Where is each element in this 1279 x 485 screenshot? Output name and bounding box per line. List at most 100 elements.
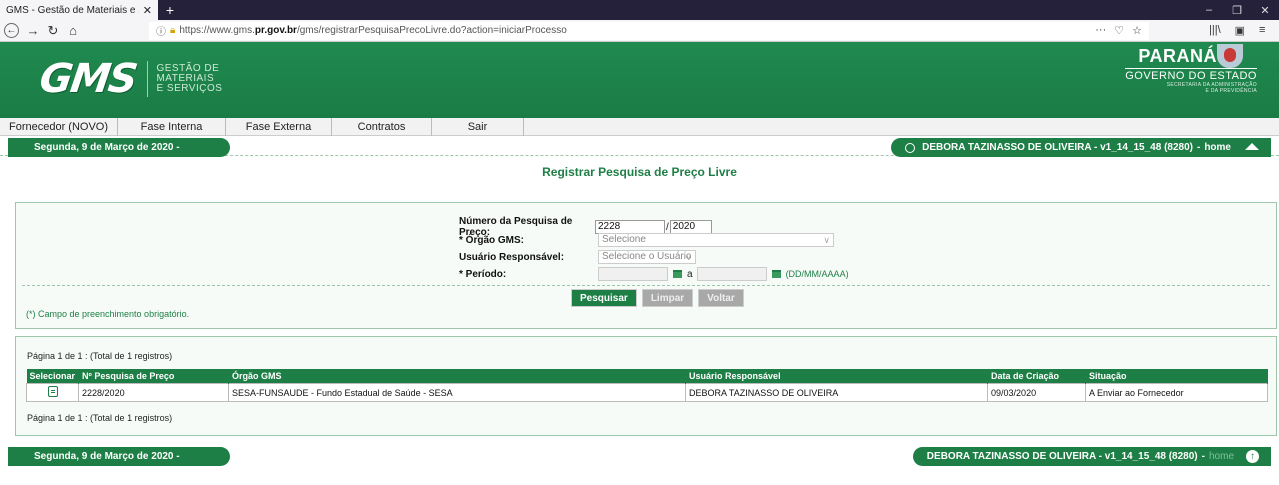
scroll-top-icon[interactable]: ↑ [1246,450,1259,463]
chevron-down-icon: ∨ [685,252,692,262]
col-situacao: Situação [1085,369,1268,384]
datetime-text: Segunda, 9 de Março de 2020 - 16:10:21 [34,451,180,481]
separator: - [1201,451,1205,462]
logo-subtitle: GESTÃO DE MATERIAIS E SERVIÇOS [156,64,222,94]
pocket-icon[interactable]: ♡ [1114,24,1124,37]
url-bar[interactable]: ⓘ 🔒︎ https://www.gms. pr.gov.br/gms/regis… [149,21,1149,40]
tab-title: GMS - Gestão de Materiais e Serviço [6,4,139,16]
url-path: /gms/registrarPesquisaPrecoLivre.do?acti… [296,25,567,36]
orgao-select[interactable]: Selecione ∨ [598,233,834,247]
maximize-icon[interactable]: ❐ [1223,0,1251,20]
results-table: Selecionar Nº Pesquisa de Preço Órgão GM… [25,369,1268,402]
numero-input[interactable]: 2228 [595,220,665,234]
close-window-icon[interactable]: ✕ [1251,0,1279,20]
home-icon[interactable] [1245,143,1259,150]
pagination-info-top: Página 1 de 1 : (Total de 1 registros) [27,351,173,361]
pesquisar-button[interactable]: Pesquisar [571,289,637,307]
periodo-label: * Período: [459,268,507,280]
calendar-icon[interactable] [673,270,682,278]
main-menu: Fornecedor (NOVO) Fase Interna Fase Exte… [0,118,1279,136]
status-bar-top: Segunda, 9 de Março de 2020 - 16:10:21 D… [0,138,1279,172]
logo-sub-line: E SERVIÇOS [156,83,223,94]
status-bar-bottom: Segunda, 9 de Março de 2020 - 16:10:21 D… [0,447,1279,481]
col-selecionar: Selecionar [26,369,80,384]
window-controls: – ❐ ✕ [1195,0,1279,20]
separator: - [1196,142,1201,153]
coat-of-arms-icon [1217,44,1243,68]
home-link[interactable]: home [1204,138,1231,157]
parana-logo: PARANÁ GOVERNO DO ESTADO SECRETARIA DA A… [1125,44,1257,94]
url-prefix: https://www.gms. [179,25,255,36]
limpar-button[interactable]: Limpar [641,289,694,307]
datetime-pill: Segunda, 9 de Março de 2020 - 16:10:21 [8,447,230,481]
home-link[interactable]: home [1209,447,1234,466]
cell-numero: 2228/2020 [78,383,230,402]
site-header: GMS GESTÃO DE MATERIAIS E SERVIÇOS PARAN… [0,42,1279,118]
periodo-end-input[interactable] [696,267,767,281]
minimize-icon[interactable]: – [1195,0,1223,20]
sidebar-icon[interactable]: ▣ [1235,24,1245,37]
select-cell [25,383,80,402]
orgao-row: * Órgão GMS: Selecione ∨ [459,233,834,247]
col-numero: Nº Pesquisa de Preço [78,369,230,384]
table-header-row: Selecionar Nº Pesquisa de Preço Órgão GM… [26,369,1268,384]
pagination-info-bottom: Página 1 de 1 : (Total de 1 registros) [27,413,173,423]
calendar-icon[interactable] [771,270,781,278]
menu-contratos[interactable]: Contratos [332,118,432,136]
cell-data: 09/03/2020 [987,383,1087,402]
ano-input[interactable]: 2020 [669,220,712,234]
voltar-button[interactable]: Voltar [698,289,744,307]
menu-fase-interna[interactable]: Fase Interna [118,118,226,136]
user-icon [905,142,916,153]
page-title: Registrar Pesquisa de Preço Livre [542,165,737,179]
periodo-separator: a [687,268,693,280]
cell-orgao: SESA-FUNSAUDE - Fundo Estadual de Saúde … [228,383,687,402]
orgao-select-value: Selecione [602,234,646,245]
browser-tabbar: GMS - Gestão de Materiais e Serviço ✕ + … [0,0,1279,20]
user-text: DEBORA TAZINASSO DE OLIVEIRA - v1_14_15_… [922,142,1193,153]
logo-text: GMS [36,56,139,102]
state-sec-line: E DA PREVIDÊNCIA [1205,88,1257,94]
reload-icon[interactable]: ↻ [43,23,63,39]
chevron-down-icon: ∨ [823,235,830,245]
url-domain: pr.gov.br [254,25,297,36]
cell-usuario: DEBORA TAZINASSO DE OLIVEIRA [685,383,989,402]
hamburger-menu-icon[interactable]: ≡ [1259,24,1265,37]
ano-separator: / [666,221,669,233]
menu-fase-externa[interactable]: Fase Externa [226,118,332,136]
col-data: Data de Criação [987,369,1087,384]
menu-fornecedor[interactable]: Fornecedor (NOVO) [0,118,118,136]
more-actions-icon[interactable]: ··· [1095,24,1106,37]
gms-logo[interactable]: GMS GESTÃO DE MATERIAIS E SERVIÇOS [36,56,222,102]
state-gov: GOVERNO DO ESTADO [1125,68,1257,82]
select-record-icon[interactable] [47,386,58,397]
results-panel: Página 1 de 1 : (Total de 1 registros) S… [15,336,1277,436]
home-icon[interactable]: ⌂ [63,23,83,38]
user-text: DEBORA TAZINASSO DE OLIVEIRA - v1_14_15_… [926,451,1198,462]
table-row: 2228/2020 SESA-FUNSAUDE - Fundo Estadual… [25,383,1268,402]
bookmark-star-icon[interactable]: ☆ [1132,24,1142,37]
user-pill: DEBORA TAZINASSO DE OLIVEIRA - v1_14_15_… [912,447,1271,466]
usuario-label: Usuário Responsável: [459,251,565,263]
new-tab-icon[interactable]: + [158,0,182,20]
back-icon[interactable]: ← [4,23,19,38]
lock-icon: 🔒︎ [170,25,176,36]
usuario-row: Usuário Responsável: Selecione o Usuário… [459,250,696,264]
col-usuario: Usuário Responsável [685,369,989,384]
date-format-hint: (DD/MM/AAAA) [785,269,849,279]
info-icon[interactable]: ⓘ [156,23,166,38]
close-tab-icon[interactable]: ✕ [143,4,152,17]
state-name: PARANÁ [1138,45,1217,66]
search-form-panel: Número da Pesquisa de Preço: 2228 / 2020… [15,202,1277,329]
menu-sair[interactable]: Sair [432,118,524,136]
forward-icon[interactable]: → [23,23,43,38]
logo-divider [147,61,149,97]
periodo-start-input[interactable] [598,267,668,281]
dashed-divider [22,285,1270,286]
browser-tab[interactable]: GMS - Gestão de Materiais e Serviço ✕ [0,0,158,20]
col-orgao: Órgão GMS [228,369,687,384]
library-icon[interactable]: |||\ [1209,24,1221,37]
usuario-select[interactable]: Selecione o Usuário ∨ [598,250,696,264]
required-note: (*) Campo de preenchimento obrigatório. [26,309,190,319]
user-pill: DEBORA TAZINASSO DE OLIVEIRA - v1_14_15_… [891,138,1271,157]
